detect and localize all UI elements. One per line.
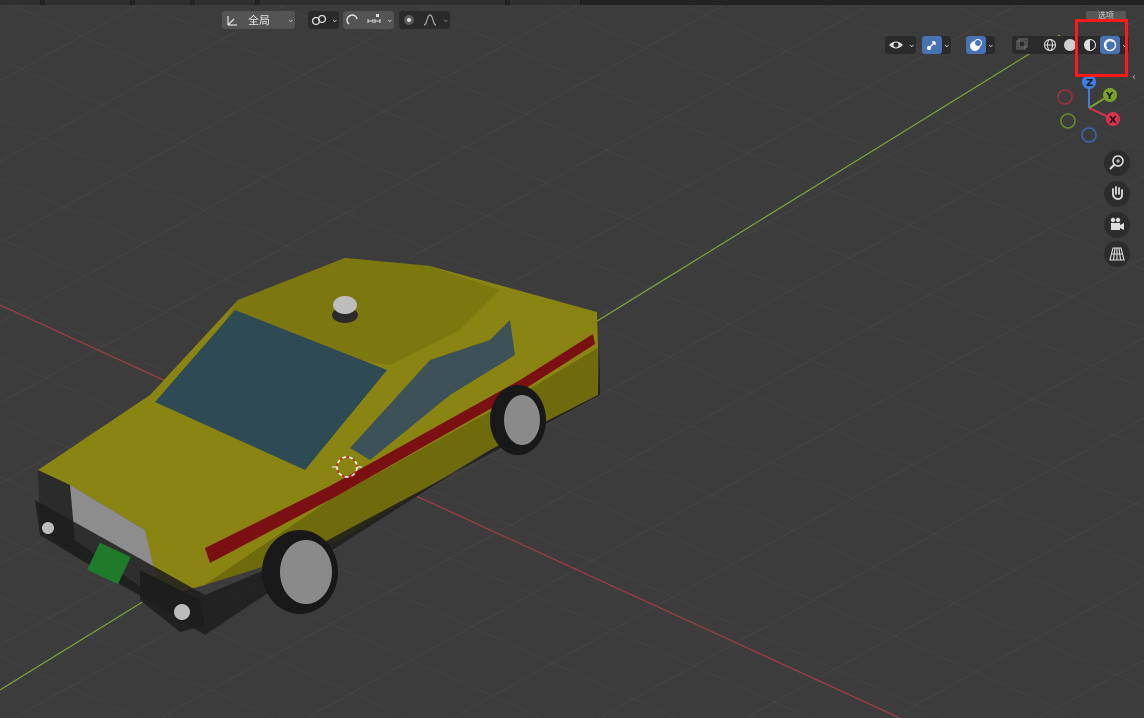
chevron-down-icon: ⌄ [287, 15, 295, 25]
perspective-toggle-button[interactable] [1104, 241, 1130, 267]
gizmo-z-label: Z [1086, 78, 1093, 89]
sidebar-toggle-icon[interactable]: ‹ [1132, 72, 1136, 83]
chevron-down-icon: ⌄ [442, 15, 450, 25]
gizmo-dropdown[interactable]: ⌄ [922, 36, 951, 54]
snap-link-icon [308, 11, 330, 29]
zoom-button[interactable] [1104, 150, 1130, 176]
camera-view-icon [1110, 217, 1124, 230]
workspace-tabs-strip [0, 0, 1144, 5]
pan-button[interactable] [1104, 181, 1130, 207]
proportional-toggle[interactable] [399, 11, 419, 29]
transform-orientation-icon [222, 11, 242, 29]
overlay-icon[interactable] [966, 36, 986, 54]
wireframe-shading-icon[interactable] [1040, 36, 1060, 54]
chevron-down-icon: ⌄ [331, 15, 339, 25]
gizmo-toggle-icon[interactable] [922, 36, 942, 54]
chevron-down-icon: ⌄ [943, 40, 951, 50]
proportional-falloff-icon[interactable] [419, 11, 441, 29]
snapping-group[interactable]: ⌄ [343, 11, 394, 29]
snap-increment-icon[interactable] [363, 11, 385, 29]
gizmo-x-label: X [1109, 115, 1117, 126]
snap-link-dropdown[interactable]: ⌄ [308, 11, 339, 29]
overlay-dropdown[interactable]: ⌄ [966, 36, 995, 54]
transform-orientation-label: 全局 [248, 14, 270, 27]
perspective-grid-icon [1109, 247, 1125, 261]
viewport-canvas[interactable]: Z Y X [0, 0, 1144, 718]
highlight-box [1075, 19, 1128, 77]
proportional-editing-group[interactable]: ⌄ [399, 11, 450, 29]
visibility-eye-icon [885, 36, 907, 54]
xray-icon[interactable] [1012, 36, 1032, 54]
transform-orientation-dropdown[interactable]: 全局 ⌄ [222, 11, 295, 29]
3d-viewport[interactable]: Z Y X [0, 0, 1144, 718]
visibility-dropdown[interactable]: ⌄ [885, 36, 916, 54]
proportional-edit-icon[interactable] [343, 11, 363, 29]
chevron-down-icon: ⌄ [386, 15, 394, 25]
camera-view-button[interactable] [1104, 212, 1130, 238]
chevron-down-icon: ⌄ [908, 40, 916, 50]
chevron-down-icon: ⌄ [987, 40, 995, 50]
zoom-icon [1109, 155, 1124, 170]
gizmo-y-label: Y [1105, 91, 1114, 102]
pan-hand-icon [1112, 186, 1123, 200]
